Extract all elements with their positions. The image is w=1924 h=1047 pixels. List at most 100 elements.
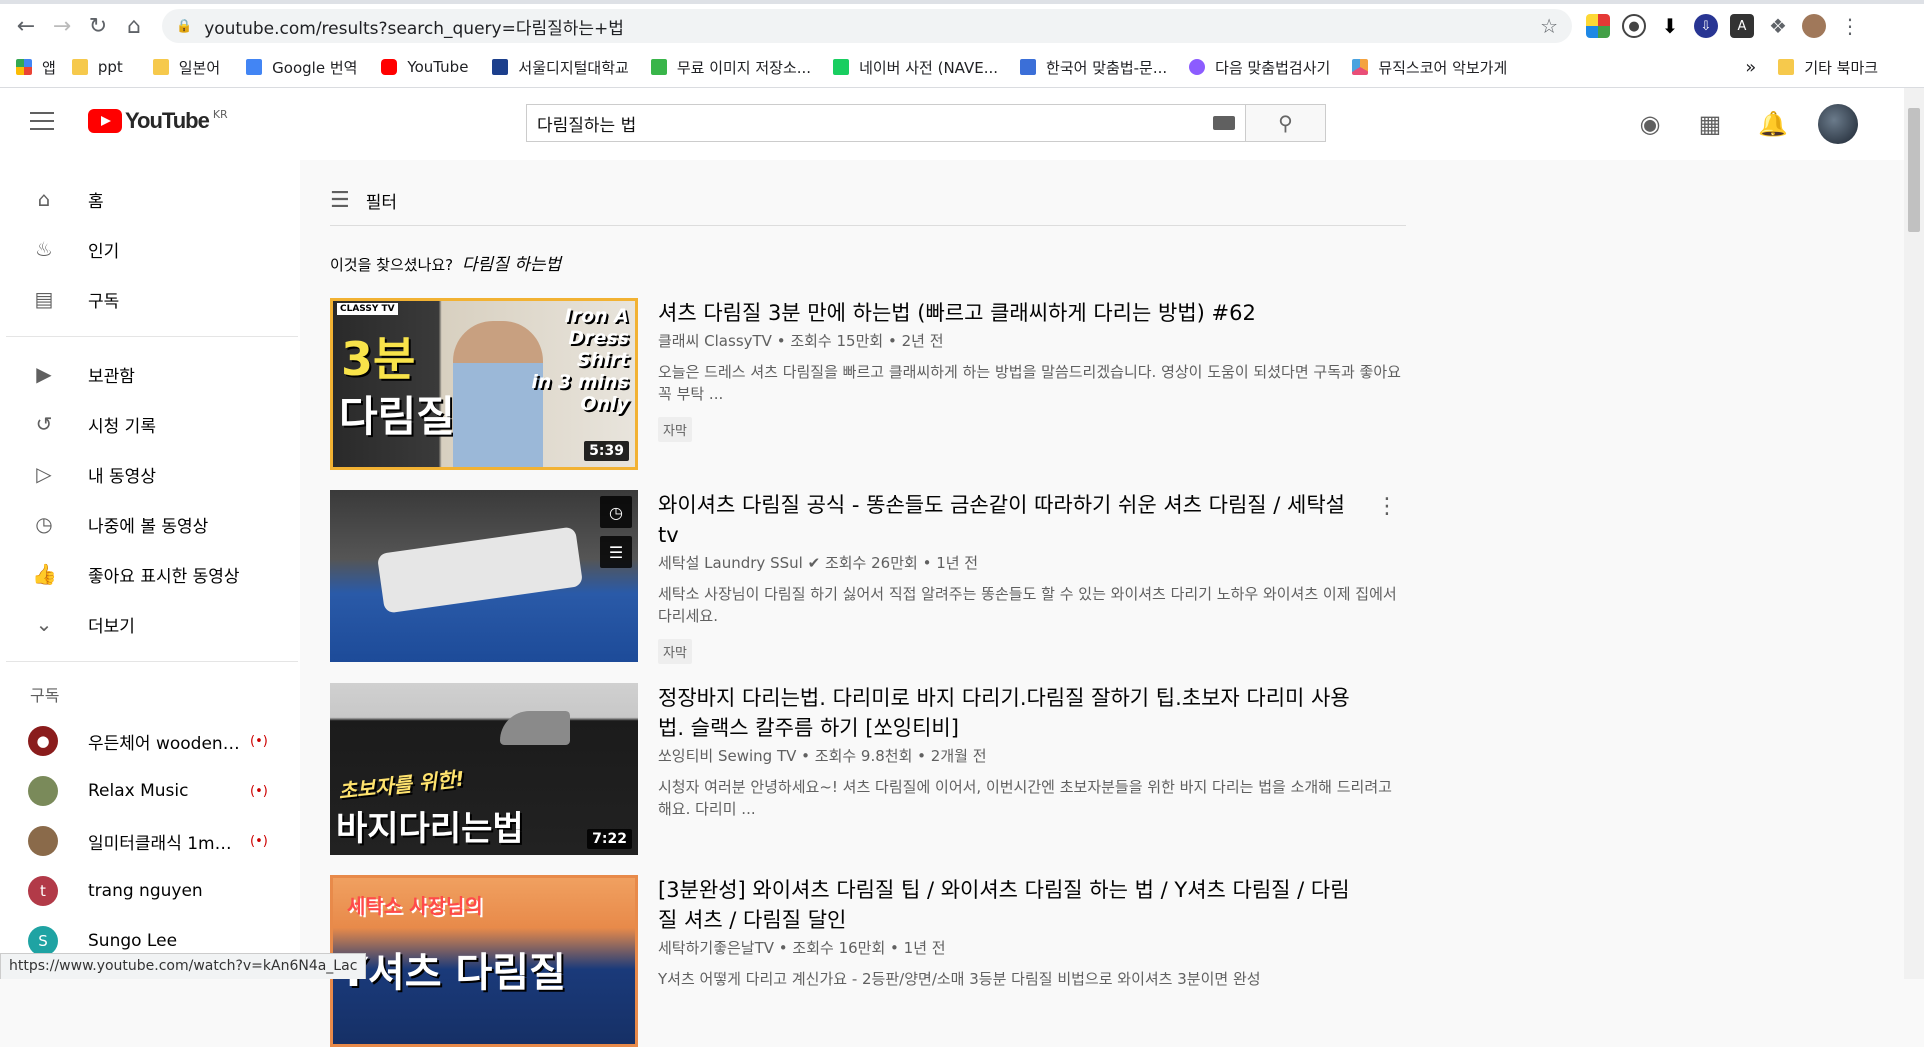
sidebar-item-show-more[interactable]: ⌄더보기 [0,599,300,649]
youtube-icon [381,59,397,75]
thumbnail-caption-bottom: 바지다리는법 [336,801,524,850]
channel-name: Sungo Lee [88,931,242,951]
thumbnail-caption-top: 초보자를 위한! [337,762,466,804]
upload-age: 2년 전 [902,332,944,350]
subscription-item[interactable]: ●우든체어 wooden ...(•) [0,716,300,766]
watch-later-icon[interactable]: ◷ [600,496,632,528]
video-result[interactable]: 초보자를 위한! 바지다리는법 7:22 정장바지 다리는법. 다리미로 바지 … [330,683,1406,855]
search-button[interactable]: ⚲ [1246,104,1326,142]
youtube-play-icon [88,109,122,133]
home-button[interactable]: ⌂ [116,8,152,44]
bookmark-label: 서울디지털대학교 [518,57,628,78]
thumbnail-caption-right: Iron A Dress Shirt in 3 mins Only [531,305,629,415]
view-count: 조회수 16만회 [792,939,885,957]
search-query-text[interactable]: 다림질하는 법 [537,111,1213,136]
address-bar[interactable]: 🔒 youtube.com/results?search_query=다림질하는… [162,9,1572,43]
video-result[interactable]: 세탁소 사장님의 Y셔츠 다림질 [3분완성] 와이셔츠 다림질 팁 / 와이셔… [330,875,1406,1047]
bookmark-korean-spelling[interactable]: 한국어 맞춤법-문... [1020,57,1167,78]
sidebar-item-liked-videos[interactable]: 👍좋아요 표시한 동영상 [0,549,300,599]
more-actions-icon[interactable]: ⋮ [1376,494,1398,519]
bookmark-music-score[interactable]: 뮤직스코어 악보가게 [1352,57,1507,78]
bookmark-naver-dictionary[interactable]: 네이버 사전 (NAVE... [833,57,998,78]
bookmark-youtube[interactable]: YouTube [381,58,468,76]
extension-bulb-icon[interactable]: ● [1622,14,1646,38]
video-duration: 5:39 [584,441,629,461]
subscription-item[interactable]: ttrang nguyen [0,866,300,916]
bookmark-sdu[interactable]: 서울디지털대학교 [492,57,628,78]
bookmark-japanese[interactable]: 일본어 [153,57,220,78]
extension-download-icon[interactable]: ⬇ [1658,14,1682,38]
lock-icon[interactable]: 🔒 [176,19,192,34]
notifications-bell-icon[interactable]: 🔔 [1758,110,1782,138]
video-thumbnail[interactable]: 초보자를 위한! 바지다리는법 7:22 [330,683,638,855]
reload-button[interactable]: ↻ [80,8,116,44]
bookmarks-overflow-button[interactable]: » [1745,57,1756,78]
link-status-bar: https://www.youtube.com/watch?v=kAn6N4a_… [0,953,366,979]
browser-menu-icon[interactable]: ⋮ [1838,14,1862,38]
add-to-queue-icon[interactable]: ☰ [600,536,632,568]
home-icon: ⌂ [32,187,56,211]
guide-menu-icon[interactable] [30,112,54,130]
keyboard-icon[interactable] [1213,116,1235,130]
youtube-logo[interactable]: YouTube KR [88,108,228,134]
scrollbar-thumb[interactable] [1908,108,1920,232]
extension-font-icon[interactable]: A [1730,14,1754,38]
bookmark-ppt[interactable]: ppt [72,58,123,76]
channel-name[interactable]: 세탁하기좋은날TV [658,939,774,957]
video-title[interactable]: 정장바지 다리는법. 다리미로 바지 다리기.다림질 잘하기 팁.초보자 다리미… [658,683,1358,743]
bookmark-daum-spelling[interactable]: 다음 맞춤법검사기 [1189,57,1330,78]
video-thumbnail[interactable]: 세탁소 사장님의 Y셔츠 다림질 [330,875,638,1047]
profile-avatar-icon[interactable] [1802,14,1826,38]
sidebar-item-trending[interactable]: ♨ 인기 [0,224,300,274]
sidebar-item-label: 인기 [88,237,119,262]
filter-button[interactable]: ☰ 필터 [330,188,1406,226]
bookmark-free-images[interactable]: 무료 이미지 저장소... [651,57,811,78]
channel-name[interactable]: 클래씨 ClassyTV [658,332,772,350]
view-count: 조회수 26만회 [825,554,918,572]
search-input[interactable]: 다림질하는 법 [526,104,1246,142]
folder-icon [72,59,88,75]
bookmark-star-icon[interactable]: ☆ [1540,14,1558,38]
subscription-item[interactable]: Relax Music(•) [0,766,300,816]
bookmark-google-translate[interactable]: Google 번역 [246,57,357,78]
sidebar-item-watch-later[interactable]: ◷나중에 볼 동영상 [0,499,300,549]
video-thumbnail[interactable]: ◷ ☰ [330,490,638,662]
bookmark-apps[interactable]: 앱 [16,57,56,78]
sidebar-item-history[interactable]: ↺시청 기록 [0,399,300,449]
sidebar-item-label: 시청 기록 [88,412,156,437]
cc-badge: 자막 [658,417,692,442]
trending-icon: ♨ [32,237,56,261]
create-video-icon[interactable]: ◉ [1638,110,1662,138]
video-title[interactable]: 와이셔츠 다림질 공식 - 똥손들도 금손같이 따라하기 쉬운 셔츠 다림질 /… [658,490,1358,550]
channel-name[interactable]: 세탁설 Laundry SSul [658,554,803,572]
video-thumbnail[interactable]: CLASSY TV 3분 다림질 Iron A Dress Shirt in 3… [330,298,638,470]
account-avatar[interactable] [1818,104,1858,144]
forward-button[interactable]: → [44,8,80,44]
bookmarks-bar: 앱 ppt 일본어 Google 번역 YouTube 서울디지털대학교 무료 … [0,52,1924,82]
video-title[interactable]: [3분완성] 와이셔츠 다림질 팁 / 와이셔츠 다림질 하는 법 / Y셔츠 … [658,875,1358,935]
url-text[interactable]: youtube.com/results?search_query=다림질하는+법 [204,14,1540,39]
did-you-mean-link[interactable]: 다림질 하는법 [462,255,561,275]
page-scrollbar[interactable] [1904,88,1924,979]
thumbnail-caption-bottom: Y셔츠 다림질 [339,940,566,998]
sidebar-item-subscriptions[interactable]: ▤구독 [0,274,300,324]
bookmark-label: 네이버 사전 (NAVE... [859,57,998,78]
bookmark-other[interactable]: 기타 북마크 [1778,57,1878,78]
video-result[interactable]: ◷ ☰ 와이셔츠 다림질 공식 - 똥손들도 금손같이 따라하기 쉬운 셔츠 다… [330,490,1406,662]
sidebar-divider [6,661,298,662]
back-button[interactable]: ← [8,8,44,44]
subscriptions-heading: 구독 [0,674,300,716]
video-description: 시청자 여러분 안녕하세요~! 셔츠 다림질에 이어서, 이번시간엔 초보자분들… [658,776,1406,820]
channel-name[interactable]: 쏘잉티비 Sewing TV [658,747,796,765]
tab-strip [0,0,1924,4]
sidebar-item-home[interactable]: ⌂홈 [0,174,300,224]
sidebar-item-library[interactable]: ▶보관함 [0,349,300,399]
apps-icon[interactable]: ▦ [1698,110,1722,138]
video-title[interactable]: 셔츠 다림질 3분 만에 하는법 (빠르고 클래씨하게 다리는 방법) #62 [658,298,1358,328]
subscription-item[interactable]: 일미터클래식 1mC...(•) [0,816,300,866]
sidebar-item-your-videos[interactable]: ▷내 동영상 [0,449,300,499]
extension-shield-icon[interactable]: ⇩ [1694,14,1718,38]
extension-grid-icon[interactable] [1586,14,1610,38]
extensions-puzzle-icon[interactable]: ❖ [1766,14,1790,38]
video-result[interactable]: CLASSY TV 3분 다림질 Iron A Dress Shirt in 3… [330,298,1406,470]
